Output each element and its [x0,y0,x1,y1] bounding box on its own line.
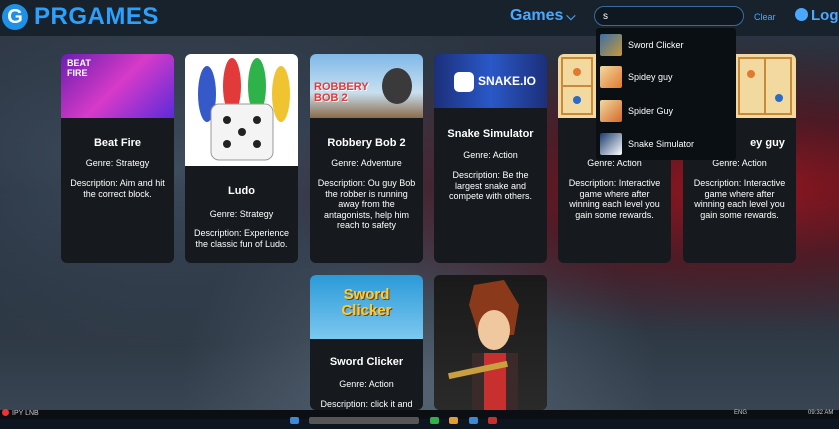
snake-app-icon [454,72,474,92]
suggestion-thumbnail [600,34,622,56]
game-title: Ludo [228,185,255,197]
game-genre: Genre: Action [463,150,518,160]
anime-character-art [448,280,519,410]
game-description: Description: Experience the classic fun … [193,228,290,249]
game-genre: Genre: Strategy [209,209,274,219]
user-icon [795,8,808,21]
robber-character [382,68,412,104]
game-description: Description: Ou guy Bob the robber is ru… [317,178,416,230]
game-card[interactable] [434,275,547,410]
game-thumbnail [185,54,298,166]
login-button[interactable]: Log [795,7,839,24]
taskbar-user[interactable]: IPY LNB [2,409,39,417]
game-description: Description: Interactive game where afte… [568,178,661,220]
suggestion-label: Snake Simulator [628,139,695,149]
user-avatar-icon [2,409,9,416]
game-card[interactable]: SNAKE.IO Snake Simulator Genre: Action D… [434,54,547,263]
thumbnail-title-text: ROBBERY BOB 2 [314,81,369,104]
game-genre: Genre: Strategy [85,158,150,168]
app-icon[interactable] [488,417,498,424]
taskbar-search-box[interactable] [309,417,420,424]
game-thumbnail: ROBBERY BOB 2 [310,54,423,118]
suggestion-thumbnail [600,100,622,122]
game-title: Snake Simulator [447,128,534,140]
taskbar-app-icons [290,411,503,429]
windows-icon[interactable] [290,417,299,424]
thumbnail-title-text: SNAKE.IO [478,74,537,88]
suggestion-thumbnail [600,133,622,155]
login-label: Log [811,7,839,24]
game-description: Description: Be the largest snake and co… [448,170,533,201]
games-menu-label: Games [510,7,564,24]
app-icon[interactable] [449,417,459,424]
chevron-down-icon: ⌵ [566,9,576,23]
clock[interactable]: 09:32 AM [808,410,833,416]
game-thumbnail [434,275,547,410]
suggestion-item[interactable]: Snake Simulator [600,133,732,157]
game-card[interactable]: Sword Clicker Sword Clicker Genre: Actio… [310,275,423,410]
suggestion-thumbnail [600,66,622,88]
suggestion-label: Spider Guy [628,106,674,116]
language-indicator[interactable]: ENG [734,410,747,416]
games-menu-button[interactable]: Games ⌵ [510,7,575,25]
game-description: Description: Aim and hit the correct blo… [70,178,165,199]
site-logo-text[interactable]: PRGAMES [34,3,159,31]
game-description: Description: click it and [320,399,413,409]
game-genre: Genre: Action [339,379,394,389]
app-icon[interactable] [468,417,478,424]
game-thumbnail: SNAKE.IO [434,54,547,108]
game-thumbnail: BEAT FIRE [61,54,174,118]
game-description: Description: Interactive game where afte… [693,178,786,220]
suggestion-item[interactable]: Spider Guy [600,100,732,124]
game-genre: Genre: Adventure [331,158,402,168]
suggestion-item[interactable]: Spidey guy [600,66,732,90]
game-thumbnail: Sword Clicker [310,275,423,339]
os-taskbar: IPY LNB ENG 09:32 AM [0,409,839,424]
clear-button[interactable]: Clear [754,12,776,22]
suggestion-label: Spidey guy [628,72,673,82]
game-title: Beat Fire [93,137,142,149]
suggestion-label: Sword Clicker [628,40,684,50]
game-card[interactable]: BEAT FIRE Beat Fire Genre: Strategy Desc… [61,54,174,263]
thumbnail-title-text: Sword Clicker [341,286,392,319]
game-card[interactable]: Ludo Genre: Strategy Description: Experi… [185,54,298,263]
search-suggestions-dropdown: Sword Clicker Spidey guy Spider Guy Snak… [596,28,736,160]
app-icon[interactable] [429,417,439,424]
thumbnail-title-text: BEAT FIRE [67,58,91,78]
taskbar-user-label: IPY LNB [12,410,39,417]
game-title: Sword Clicker [329,356,404,368]
suggestion-item[interactable]: Sword Clicker [600,34,732,58]
game-title: Robbery Bob 2 [327,137,406,149]
ludo-dice-icon [198,58,290,161]
logo-icon[interactable]: G [2,4,28,30]
game-card[interactable]: ROBBERY BOB 2 Robbery Bob 2 Genre: Adven… [310,54,423,263]
search-input[interactable] [594,6,744,26]
